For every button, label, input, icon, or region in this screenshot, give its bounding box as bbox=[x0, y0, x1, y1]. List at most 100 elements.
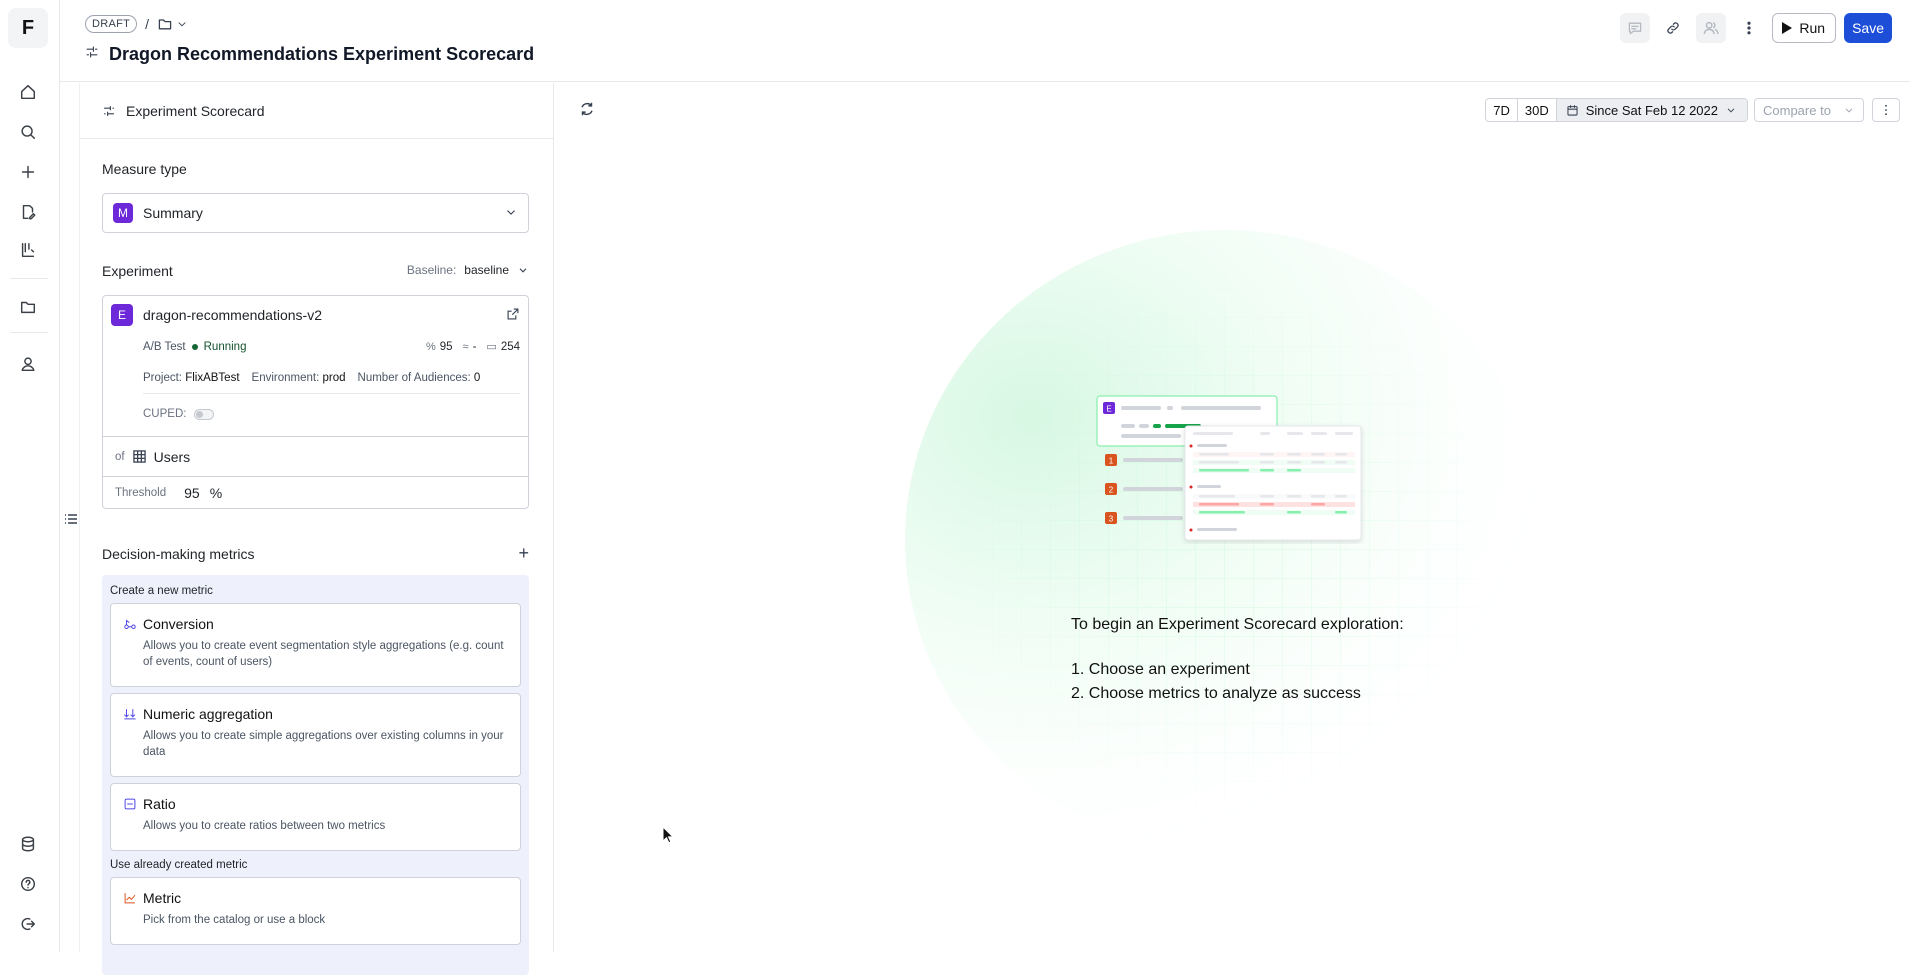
home-icon[interactable] bbox=[14, 78, 42, 106]
since-date-value: Since Sat Feb 12 2022 bbox=[1585, 102, 1718, 118]
baseline-label: Baseline: bbox=[406, 263, 457, 277]
sidebar-title: Experiment Scorecard bbox=[126, 102, 265, 119]
unit-select[interactable]: of Users bbox=[103, 436, 528, 476]
chevron-down-icon bbox=[519, 268, 527, 273]
list-icon bbox=[65, 514, 77, 524]
config-sidebar: Experiment Scorecard Measure type M Summ… bbox=[79, 83, 554, 975]
metric-title: Ratio bbox=[143, 796, 176, 812]
existing-metric-label: Use already created metric bbox=[110, 859, 248, 871]
metric-picker-panel: Create a new metric Conversion Allows yo… bbox=[102, 575, 529, 975]
external-link-icon[interactable] bbox=[506, 307, 520, 324]
date-range-selector: 7D 30D Since Sat Feb 12 2022 bbox=[1485, 98, 1748, 122]
metric-option-catalog[interactable]: Metric Pick from the catalog or use a bl… bbox=[110, 877, 521, 945]
more-options-button[interactable] bbox=[1734, 13, 1764, 43]
help-icon[interactable] bbox=[14, 870, 42, 898]
approx-value: - bbox=[472, 340, 477, 353]
toggle-sidebar-button[interactable] bbox=[64, 512, 78, 526]
left-nav: F bbox=[0, 0, 60, 952]
metric-title: Numeric aggregation bbox=[143, 706, 273, 722]
experiment-type: A/B Test bbox=[143, 340, 186, 353]
scorecard-icon bbox=[104, 105, 114, 116]
measure-type-value: Summary bbox=[143, 205, 203, 221]
illu-badge-1: 1 bbox=[1109, 457, 1114, 466]
app-logo[interactable]: F bbox=[8, 8, 48, 48]
metric-option-conversion[interactable]: Conversion Allows you to create event se… bbox=[110, 603, 521, 687]
compare-to-label: Compare to bbox=[1763, 102, 1831, 118]
page-title[interactable]: Dragon Recommendations Experiment Scorec… bbox=[109, 44, 534, 65]
unit-value: Users bbox=[153, 448, 191, 465]
cuped-toggle[interactable] bbox=[194, 408, 215, 420]
project-value: FlixABTest bbox=[185, 372, 240, 384]
folder-icon[interactable] bbox=[14, 293, 42, 321]
instruction-step: 1. Choose an experiment bbox=[1071, 661, 1250, 678]
metric-option-ratio[interactable]: Ratio Allows you to create ratios betwee… bbox=[110, 783, 521, 851]
threshold-input[interactable]: 95 bbox=[184, 485, 200, 501]
metric-description: Allows you to create simple aggregations… bbox=[143, 730, 504, 758]
measure-type-select[interactable]: M Summary bbox=[102, 193, 529, 233]
logout-icon[interactable] bbox=[14, 910, 42, 938]
chevron-down-icon bbox=[504, 205, 518, 222]
folder-icon bbox=[158, 19, 172, 30]
experiment-badge: E bbox=[111, 304, 133, 326]
link-icon bbox=[1667, 22, 1680, 34]
toolbar-more-button[interactable] bbox=[1872, 98, 1900, 122]
scorecard-illustration: E 1 2 3 bbox=[1096, 395, 1362, 541]
approx-icon: ≈ bbox=[462, 340, 469, 353]
folder-dropdown[interactable] bbox=[157, 16, 188, 32]
metric-description: Allows you to create ratios between two … bbox=[143, 820, 386, 832]
user-icon[interactable] bbox=[14, 350, 42, 378]
add-metric-button[interactable]: + bbox=[518, 543, 529, 564]
metric-description: Allows you to create event segmentation … bbox=[143, 640, 504, 668]
experiment-card[interactable]: E dragon-recommendations-v2 A/B Test Run… bbox=[102, 295, 529, 509]
baseline-select[interactable]: Baseline: baseline bbox=[407, 263, 529, 277]
mouse-cursor-icon bbox=[662, 826, 674, 844]
measure-badge: M bbox=[113, 203, 133, 223]
aggregation-icon bbox=[124, 709, 136, 720]
draft-badge: DRAFT bbox=[85, 15, 138, 33]
refresh-button[interactable] bbox=[578, 100, 596, 123]
kebab-icon bbox=[1747, 21, 1751, 35]
baseline-value: baseline bbox=[464, 263, 509, 277]
decision-metrics-label: Decision-making metrics bbox=[102, 545, 255, 562]
comment-button[interactable] bbox=[1620, 13, 1651, 43]
run-button[interactable]: Run bbox=[1772, 13, 1837, 43]
conversion-icon bbox=[124, 619, 136, 630]
share-button[interactable] bbox=[1696, 13, 1727, 43]
save-button[interactable]: Save bbox=[1844, 13, 1892, 43]
kebab-icon bbox=[1885, 104, 1887, 116]
database-icon[interactable] bbox=[14, 830, 42, 858]
range-7d-button[interactable]: 7D bbox=[1486, 99, 1518, 121]
metric-title: Metric bbox=[143, 890, 182, 906]
metric-option-numeric-aggregation[interactable]: Numeric aggregation Allows you to create… bbox=[110, 693, 521, 777]
illu-badge-2: 2 bbox=[1109, 486, 1114, 495]
audiences-value: 0 bbox=[473, 372, 481, 384]
main-toolbar: 7D 30D Since Sat Feb 12 2022 Compare to bbox=[555, 83, 1910, 139]
cuped-label: CUPED: bbox=[143, 408, 187, 420]
plus-icon[interactable] bbox=[14, 158, 42, 186]
chevron-down-icon bbox=[1727, 108, 1735, 113]
empty-state-instructions: To begin an Experiment Scorecard explora… bbox=[1071, 616, 1404, 706]
run-label: Run bbox=[1799, 20, 1826, 36]
play-icon bbox=[1782, 22, 1793, 34]
copy-link-button[interactable] bbox=[1658, 13, 1688, 43]
users-icon bbox=[1703, 21, 1720, 35]
refresh-icon bbox=[581, 102, 593, 116]
metric-title: Conversion bbox=[143, 616, 214, 632]
of-label: of bbox=[115, 450, 125, 463]
experiments-icon[interactable] bbox=[14, 236, 42, 264]
since-date-dropdown[interactable]: Since Sat Feb 12 2022 bbox=[1556, 99, 1747, 121]
create-metric-label: Create a new metric bbox=[110, 585, 213, 597]
comment-icon bbox=[1629, 22, 1642, 35]
project-label: Project: bbox=[143, 372, 182, 384]
line-chart-icon bbox=[124, 893, 136, 904]
illu-badge-e: E bbox=[1106, 405, 1111, 414]
range-30d-button[interactable]: 30D bbox=[1518, 99, 1557, 121]
days-value: 254 bbox=[500, 340, 520, 353]
chevron-down-icon bbox=[1845, 108, 1853, 113]
experiment-status: Running bbox=[203, 340, 247, 353]
page-header: DRAFT / Dragon Recommendations Experimen… bbox=[60, 0, 1910, 82]
table-icon bbox=[132, 450, 146, 463]
search-icon[interactable] bbox=[14, 118, 42, 146]
compare-to-dropdown[interactable]: Compare to bbox=[1754, 98, 1864, 122]
edit-doc-icon[interactable] bbox=[14, 198, 42, 226]
